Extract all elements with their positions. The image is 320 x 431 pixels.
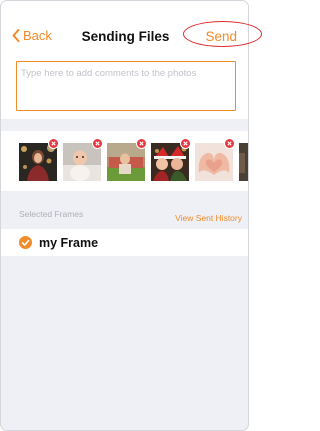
photo-strip[interactable] bbox=[1, 131, 248, 191]
comments-section: Type here to add comments to the photos bbox=[1, 53, 248, 119]
close-icon bbox=[183, 141, 188, 146]
phone-screen: Back Sending Files Send Type here to add… bbox=[0, 0, 249, 431]
close-icon bbox=[139, 141, 144, 146]
close-icon bbox=[95, 141, 100, 146]
remove-photo-button[interactable] bbox=[92, 138, 103, 149]
close-icon bbox=[227, 141, 232, 146]
selected-frames-label: Selected Frames bbox=[19, 209, 84, 219]
photo-thumbnail[interactable] bbox=[107, 138, 147, 181]
remove-photo-button[interactable] bbox=[224, 138, 235, 149]
checkmark-circle-icon bbox=[19, 236, 32, 249]
frame-name: my Frame bbox=[39, 236, 99, 250]
remove-photo-button[interactable] bbox=[48, 138, 59, 149]
photo-image bbox=[239, 143, 248, 181]
view-sent-history-link[interactable]: View Sent History bbox=[175, 213, 242, 223]
photo-thumbnail[interactable] bbox=[195, 138, 235, 181]
photo-thumbnail[interactable] bbox=[151, 138, 191, 181]
photo-thumbnail[interactable] bbox=[239, 143, 248, 181]
remove-photo-button[interactable] bbox=[136, 138, 147, 149]
highlight-circle-annotation bbox=[183, 21, 262, 47]
back-label: Back bbox=[23, 28, 52, 43]
frames-section-header: Selected Frames View Sent History bbox=[1, 201, 248, 229]
close-icon bbox=[51, 141, 56, 146]
comments-input[interactable]: Type here to add comments to the photos bbox=[16, 61, 236, 111]
chevron-left-icon bbox=[12, 29, 20, 42]
photo-thumbnail[interactable] bbox=[19, 138, 59, 181]
photo-thumbnail[interactable] bbox=[63, 138, 103, 181]
remove-photo-button[interactable] bbox=[180, 138, 191, 149]
back-button[interactable]: Back bbox=[12, 28, 52, 43]
frame-list-item[interactable]: my Frame bbox=[1, 229, 248, 256]
